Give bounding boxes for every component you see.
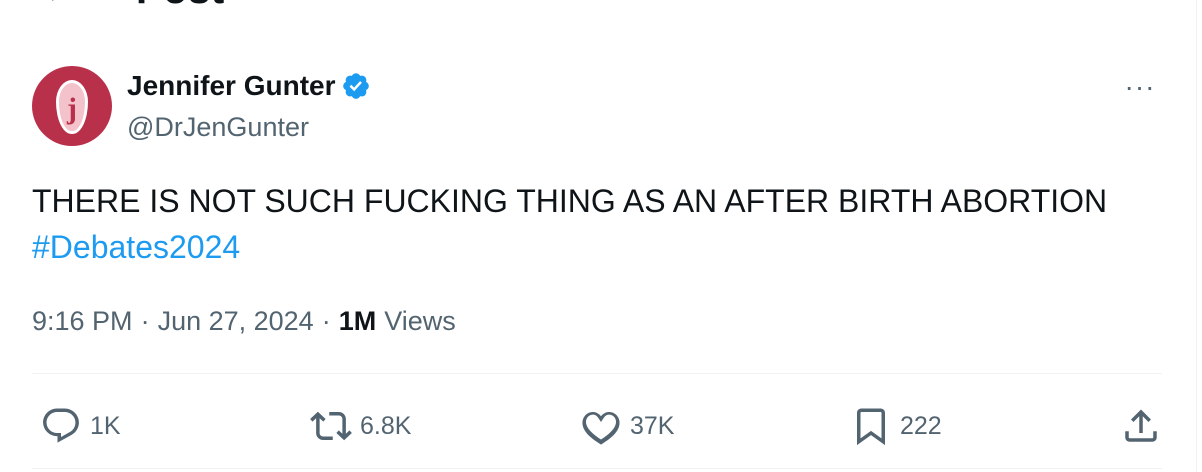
heart-icon bbox=[582, 411, 620, 445]
avatar-letter: j bbox=[67, 92, 77, 125]
verified-badge-icon[interactable] bbox=[341, 71, 371, 101]
page-title: Post bbox=[136, 0, 225, 13]
post-page: ← Post j Jennifer Gunter @DrJenGunter ··… bbox=[0, 0, 1202, 472]
meta-separator: · bbox=[321, 306, 331, 336]
like-button[interactable]: 37K bbox=[580, 405, 710, 447]
tweet-date[interactable]: Jun 27, 2024 bbox=[158, 306, 314, 337]
name-line: Jennifer Gunter bbox=[127, 70, 371, 102]
share-icon bbox=[1125, 409, 1157, 442]
meta-separator: · bbox=[140, 306, 150, 336]
bookmark-count: 222 bbox=[900, 411, 942, 440]
views-label: Views bbox=[384, 306, 456, 336]
author-handle[interactable]: @DrJenGunter bbox=[127, 112, 371, 143]
bookmark-button[interactable]: 222 bbox=[850, 405, 980, 447]
post-header: ← Post bbox=[40, 0, 225, 13]
hashtag-link[interactable]: #Debates2024 bbox=[32, 224, 1162, 270]
views-count: 1M bbox=[338, 306, 377, 336]
tweet-meta: 9:16 PM · Jun 27, 2024 · 1M Views bbox=[32, 306, 456, 337]
reply-count: 1K bbox=[90, 411, 121, 440]
reply-icon bbox=[43, 408, 79, 443]
avatar[interactable]: j bbox=[32, 66, 112, 146]
divider bbox=[32, 373, 1162, 374]
author-row: j Jennifer Gunter @DrJenGunter ··· bbox=[32, 66, 1162, 146]
tweet-body: THERE IS NOT SUCH FUCKING THING AS AN AF… bbox=[32, 183, 1108, 219]
actions-row: 1K 6.8K 37K 222 bbox=[40, 398, 1162, 454]
more-horizontal-icon[interactable]: ··· bbox=[1120, 71, 1160, 102]
like-count: 37K bbox=[630, 411, 675, 440]
tweet-time[interactable]: 9:16 PM bbox=[32, 306, 133, 337]
bookmark-icon bbox=[857, 408, 885, 446]
column-border bbox=[1196, 0, 1202, 472]
arrow-left-icon[interactable]: ← bbox=[40, 0, 76, 8]
author-display-name[interactable]: Jennifer Gunter bbox=[127, 70, 335, 102]
repost-count: 6.8K bbox=[360, 411, 412, 440]
share-button[interactable] bbox=[1120, 405, 1162, 447]
tweet-text: THERE IS NOT SUCH FUCKING THING AS AN AF… bbox=[32, 178, 1162, 270]
reply-button[interactable]: 1K bbox=[40, 405, 170, 447]
divider bbox=[32, 468, 1162, 469]
author-name-block: Jennifer Gunter @DrJenGunter bbox=[127, 70, 371, 143]
repost-icon bbox=[310, 411, 352, 441]
repost-button[interactable]: 6.8K bbox=[310, 405, 440, 447]
